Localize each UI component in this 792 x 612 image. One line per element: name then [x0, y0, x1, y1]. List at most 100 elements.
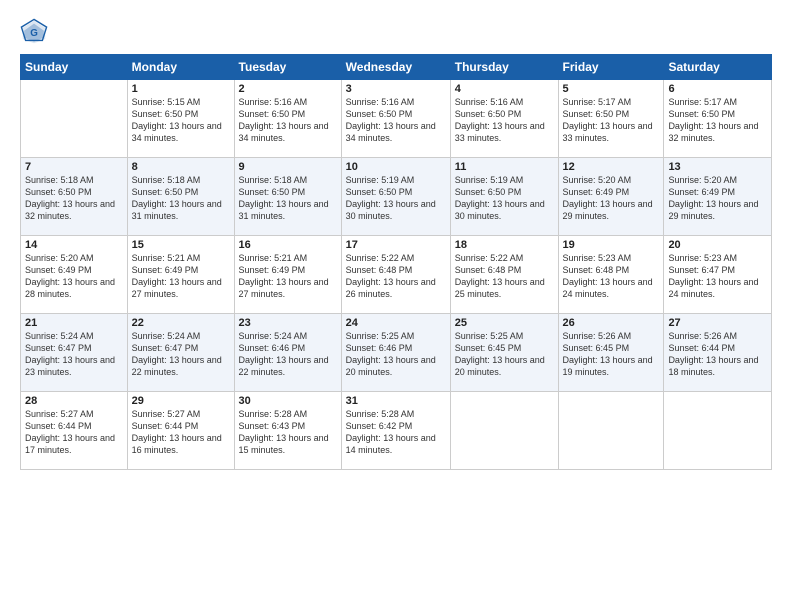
day-info: Sunrise: 5:22 AMSunset: 6:48 PMDaylight:…: [346, 252, 446, 301]
calendar-cell: 28Sunrise: 5:27 AMSunset: 6:44 PMDayligh…: [21, 392, 128, 470]
day-info: Sunrise: 5:20 AMSunset: 6:49 PMDaylight:…: [25, 252, 123, 301]
header: G: [20, 18, 772, 46]
day-info: Sunrise: 5:18 AMSunset: 6:50 PMDaylight:…: [132, 174, 230, 223]
day-number: 20: [668, 239, 767, 251]
day-number: 3: [346, 83, 446, 95]
day-number: 13: [668, 161, 767, 173]
day-info: Sunrise: 5:23 AMSunset: 6:47 PMDaylight:…: [668, 252, 767, 301]
calendar-cell: 18Sunrise: 5:22 AMSunset: 6:48 PMDayligh…: [450, 236, 558, 314]
calendar-week-row: 1Sunrise: 5:15 AMSunset: 6:50 PMDaylight…: [21, 80, 772, 158]
calendar-cell: [450, 392, 558, 470]
logo: G: [20, 18, 52, 46]
day-number: 1: [132, 83, 230, 95]
weekday-header-row: SundayMondayTuesdayWednesdayThursdayFrid…: [21, 55, 772, 80]
weekday-header-tuesday: Tuesday: [234, 55, 341, 80]
day-number: 23: [239, 317, 337, 329]
day-info: Sunrise: 5:18 AMSunset: 6:50 PMDaylight:…: [239, 174, 337, 223]
calendar-cell: 25Sunrise: 5:25 AMSunset: 6:45 PMDayligh…: [450, 314, 558, 392]
day-info: Sunrise: 5:27 AMSunset: 6:44 PMDaylight:…: [132, 408, 230, 457]
calendar-cell: 14Sunrise: 5:20 AMSunset: 6:49 PMDayligh…: [21, 236, 128, 314]
calendar-cell: [558, 392, 664, 470]
calendar-cell: 24Sunrise: 5:25 AMSunset: 6:46 PMDayligh…: [341, 314, 450, 392]
calendar-cell: 19Sunrise: 5:23 AMSunset: 6:48 PMDayligh…: [558, 236, 664, 314]
calendar-week-row: 14Sunrise: 5:20 AMSunset: 6:49 PMDayligh…: [21, 236, 772, 314]
calendar-cell: 13Sunrise: 5:20 AMSunset: 6:49 PMDayligh…: [664, 158, 772, 236]
day-number: 29: [132, 395, 230, 407]
day-info: Sunrise: 5:21 AMSunset: 6:49 PMDaylight:…: [132, 252, 230, 301]
weekday-header-saturday: Saturday: [664, 55, 772, 80]
day-info: Sunrise: 5:22 AMSunset: 6:48 PMDaylight:…: [455, 252, 554, 301]
day-number: 31: [346, 395, 446, 407]
day-info: Sunrise: 5:24 AMSunset: 6:47 PMDaylight:…: [25, 330, 123, 379]
calendar-cell: 22Sunrise: 5:24 AMSunset: 6:47 PMDayligh…: [127, 314, 234, 392]
day-info: Sunrise: 5:24 AMSunset: 6:46 PMDaylight:…: [239, 330, 337, 379]
weekday-header-friday: Friday: [558, 55, 664, 80]
day-number: 28: [25, 395, 123, 407]
calendar-cell: 10Sunrise: 5:19 AMSunset: 6:50 PMDayligh…: [341, 158, 450, 236]
day-info: Sunrise: 5:16 AMSunset: 6:50 PMDaylight:…: [346, 96, 446, 145]
calendar-cell: 16Sunrise: 5:21 AMSunset: 6:49 PMDayligh…: [234, 236, 341, 314]
logo-icon: G: [20, 18, 48, 46]
calendar-cell: 5Sunrise: 5:17 AMSunset: 6:50 PMDaylight…: [558, 80, 664, 158]
calendar-cell: 30Sunrise: 5:28 AMSunset: 6:43 PMDayligh…: [234, 392, 341, 470]
calendar-week-row: 21Sunrise: 5:24 AMSunset: 6:47 PMDayligh…: [21, 314, 772, 392]
calendar-cell: 1Sunrise: 5:15 AMSunset: 6:50 PMDaylight…: [127, 80, 234, 158]
calendar-cell: 2Sunrise: 5:16 AMSunset: 6:50 PMDaylight…: [234, 80, 341, 158]
day-info: Sunrise: 5:16 AMSunset: 6:50 PMDaylight:…: [455, 96, 554, 145]
day-number: 24: [346, 317, 446, 329]
day-info: Sunrise: 5:15 AMSunset: 6:50 PMDaylight:…: [132, 96, 230, 145]
day-info: Sunrise: 5:17 AMSunset: 6:50 PMDaylight:…: [668, 96, 767, 145]
day-info: Sunrise: 5:26 AMSunset: 6:44 PMDaylight:…: [668, 330, 767, 379]
day-info: Sunrise: 5:18 AMSunset: 6:50 PMDaylight:…: [25, 174, 123, 223]
day-info: Sunrise: 5:28 AMSunset: 6:43 PMDaylight:…: [239, 408, 337, 457]
day-info: Sunrise: 5:26 AMSunset: 6:45 PMDaylight:…: [563, 330, 660, 379]
day-number: 25: [455, 317, 554, 329]
day-info: Sunrise: 5:23 AMSunset: 6:48 PMDaylight:…: [563, 252, 660, 301]
day-number: 14: [25, 239, 123, 251]
day-number: 6: [668, 83, 767, 95]
day-info: Sunrise: 5:24 AMSunset: 6:47 PMDaylight:…: [132, 330, 230, 379]
day-number: 5: [563, 83, 660, 95]
day-number: 10: [346, 161, 446, 173]
day-number: 9: [239, 161, 337, 173]
day-number: 4: [455, 83, 554, 95]
day-number: 15: [132, 239, 230, 251]
calendar-week-row: 7Sunrise: 5:18 AMSunset: 6:50 PMDaylight…: [21, 158, 772, 236]
day-number: 30: [239, 395, 337, 407]
day-info: Sunrise: 5:25 AMSunset: 6:45 PMDaylight:…: [455, 330, 554, 379]
calendar-cell: [21, 80, 128, 158]
day-info: Sunrise: 5:19 AMSunset: 6:50 PMDaylight:…: [346, 174, 446, 223]
day-number: 17: [346, 239, 446, 251]
calendar-cell: 12Sunrise: 5:20 AMSunset: 6:49 PMDayligh…: [558, 158, 664, 236]
weekday-header-thursday: Thursday: [450, 55, 558, 80]
day-number: 27: [668, 317, 767, 329]
calendar-cell: 9Sunrise: 5:18 AMSunset: 6:50 PMDaylight…: [234, 158, 341, 236]
day-number: 16: [239, 239, 337, 251]
calendar-cell: 20Sunrise: 5:23 AMSunset: 6:47 PMDayligh…: [664, 236, 772, 314]
calendar-week-row: 28 Sunrise: 5:27 AMSunset: 6:44 PMDayligh…: [21, 392, 772, 470]
day-info: Sunrise: 5:25 AMSunset: 6:46 PMDaylight:…: [346, 330, 446, 379]
day-info: Sunrise: 5:20 AMSunset: 6:49 PMDaylight:…: [668, 174, 767, 223]
svg-text:G: G: [30, 28, 38, 39]
weekday-header-wednesday: Wednesday: [341, 55, 450, 80]
day-number: 7: [25, 161, 123, 173]
day-info: Sunrise: 5:16 AMSunset: 6:50 PMDaylight:…: [239, 96, 337, 145]
calendar-cell: 29Sunrise: 5:27 AMSunset: 6:44 PMDayligh…: [127, 392, 234, 470]
day-number: 19: [563, 239, 660, 251]
day-number: 8: [132, 161, 230, 173]
calendar-cell: 31Sunrise: 5:28 AMSunset: 6:42 PMDayligh…: [341, 392, 450, 470]
calendar-cell: 4Sunrise: 5:16 AMSunset: 6:50 PMDaylight…: [450, 80, 558, 158]
day-info: Sunrise: 5:21 AMSunset: 6:49 PMDaylight:…: [239, 252, 337, 301]
day-number: 2: [239, 83, 337, 95]
day-info: Sunrise: 5:17 AMSunset: 6:50 PMDaylight:…: [563, 96, 660, 145]
calendar-cell: 8Sunrise: 5:18 AMSunset: 6:50 PMDaylight…: [127, 158, 234, 236]
calendar-cell: 26Sunrise: 5:26 AMSunset: 6:45 PMDayligh…: [558, 314, 664, 392]
day-info: Sunrise: 5:28 AMSunset: 6:42 PMDaylight:…: [346, 408, 446, 457]
day-number: 26: [563, 317, 660, 329]
day-number: 18: [455, 239, 554, 251]
calendar-cell: 23Sunrise: 5:24 AMSunset: 6:46 PMDayligh…: [234, 314, 341, 392]
day-info: Sunrise: 5:20 AMSunset: 6:49 PMDaylight:…: [563, 174, 660, 223]
calendar-cell: 27Sunrise: 5:26 AMSunset: 6:44 PMDayligh…: [664, 314, 772, 392]
calendar-table: SundayMondayTuesdayWednesdayThursdayFrid…: [20, 54, 772, 470]
day-info: Sunrise: 5:19 AMSunset: 6:50 PMDaylight:…: [455, 174, 554, 223]
